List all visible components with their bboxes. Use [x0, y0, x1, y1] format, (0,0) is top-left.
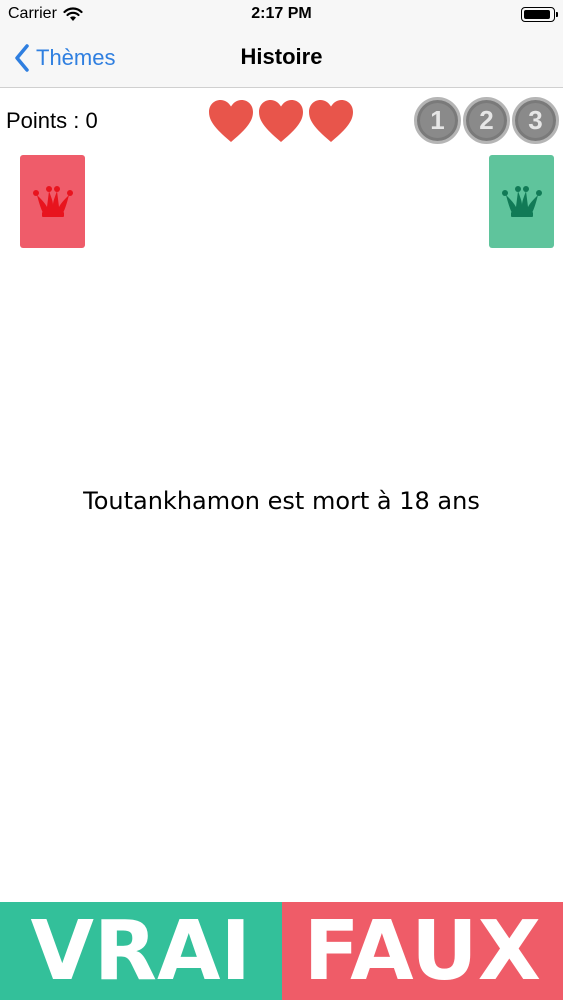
page-title: Histoire [240, 44, 323, 69]
navigation-bar: Thèmes Histoire [0, 30, 563, 88]
lives-indicator [207, 98, 355, 144]
status-bar: Carrier 2:17 PM [0, 0, 563, 30]
heart-icon [259, 100, 303, 142]
true-button[interactable]: VRAI [0, 902, 282, 1000]
jester-hat-icon [501, 185, 542, 217]
heart-icon [309, 100, 353, 142]
level-badge-1: 1 [414, 97, 461, 144]
answer-bar: VRAI FAUX [0, 902, 563, 1000]
joker-card-green[interactable] [489, 155, 554, 248]
battery-level [524, 10, 550, 19]
jester-hat-icon [32, 185, 73, 217]
points-counter: Points : 0 [6, 108, 98, 133]
level-badge-2: 2 [463, 97, 510, 144]
false-button[interactable]: FAUX [281, 902, 563, 1000]
status-time: 2:17 PM [251, 5, 312, 22]
level-badges: 1 2 3 [414, 97, 559, 144]
question-text: Toutankhamon est mort à 18 ans [83, 487, 480, 515]
heart-icon [209, 100, 253, 142]
battery-icon [521, 7, 558, 22]
level-badge-3: 3 [512, 97, 559, 144]
joker-card-red[interactable] [20, 155, 85, 248]
